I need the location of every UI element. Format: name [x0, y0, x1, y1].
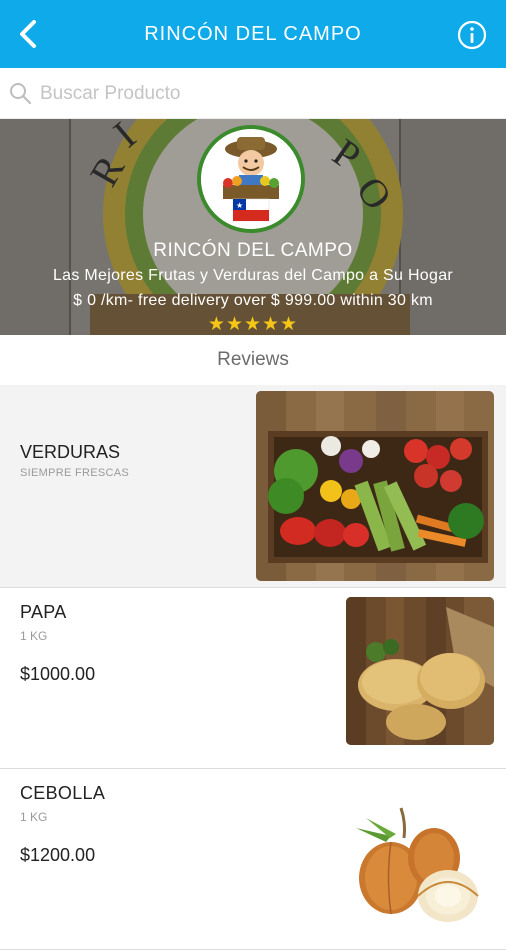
search-bar — [0, 68, 506, 119]
onion-image — [346, 778, 494, 926]
search-input[interactable] — [38, 77, 482, 111]
product-price: $1000.00 — [20, 664, 96, 684]
search-icon[interactable] — [8, 81, 32, 105]
rating-stars: ★★★★★ — [207, 314, 299, 335]
category-subtitle: SIEMPRE FRESCAS — [20, 467, 130, 479]
info-icon — [457, 20, 487, 50]
product-image — [346, 778, 494, 926]
delivery-info: $ 0 /km- free delivery over $ 999.00 wit… — [73, 292, 433, 309]
category-row[interactable]: VERDURAS SIEMPRE FRESCAS — [0, 385, 506, 588]
vegetable-crate-image — [256, 391, 494, 581]
page-title: RINCÓN DEL CAMPO — [144, 23, 362, 45]
store-name: RINCÓN DEL CAMPO — [153, 240, 353, 261]
store-tagline: Las Mejores Frutas y Verduras del Campo … — [52, 267, 454, 284]
potato-image — [346, 597, 494, 745]
store-avatar: ★ — [201, 129, 301, 229]
category-title: VERDURAS — [20, 442, 121, 462]
product-row[interactable]: CEBOLLA 1 KG $1200.00 — [0, 769, 506, 950]
product-name: CEBOLLA — [20, 783, 106, 803]
app-bar: RINCÓN DEL CAMPO — [0, 0, 506, 68]
store-banner: R I P O ★ RINCÓN DEL CAMPO Las Mejores F… — [0, 119, 506, 335]
product-row[interactable]: PAPA 1 KG $1000.00 — [0, 588, 506, 769]
farmer-logo-icon: ★ — [201, 129, 301, 229]
product-price: $1200.00 — [20, 845, 96, 865]
product-unit: 1 KG — [20, 810, 48, 824]
product-image — [346, 597, 494, 745]
product-unit: 1 KG — [20, 629, 48, 643]
reviews-button[interactable]: Reviews — [0, 335, 506, 385]
product-name: PAPA — [20, 602, 67, 622]
category-image — [256, 391, 494, 581]
info-button[interactable] — [456, 19, 488, 51]
svg-text:★: ★ — [236, 201, 243, 210]
